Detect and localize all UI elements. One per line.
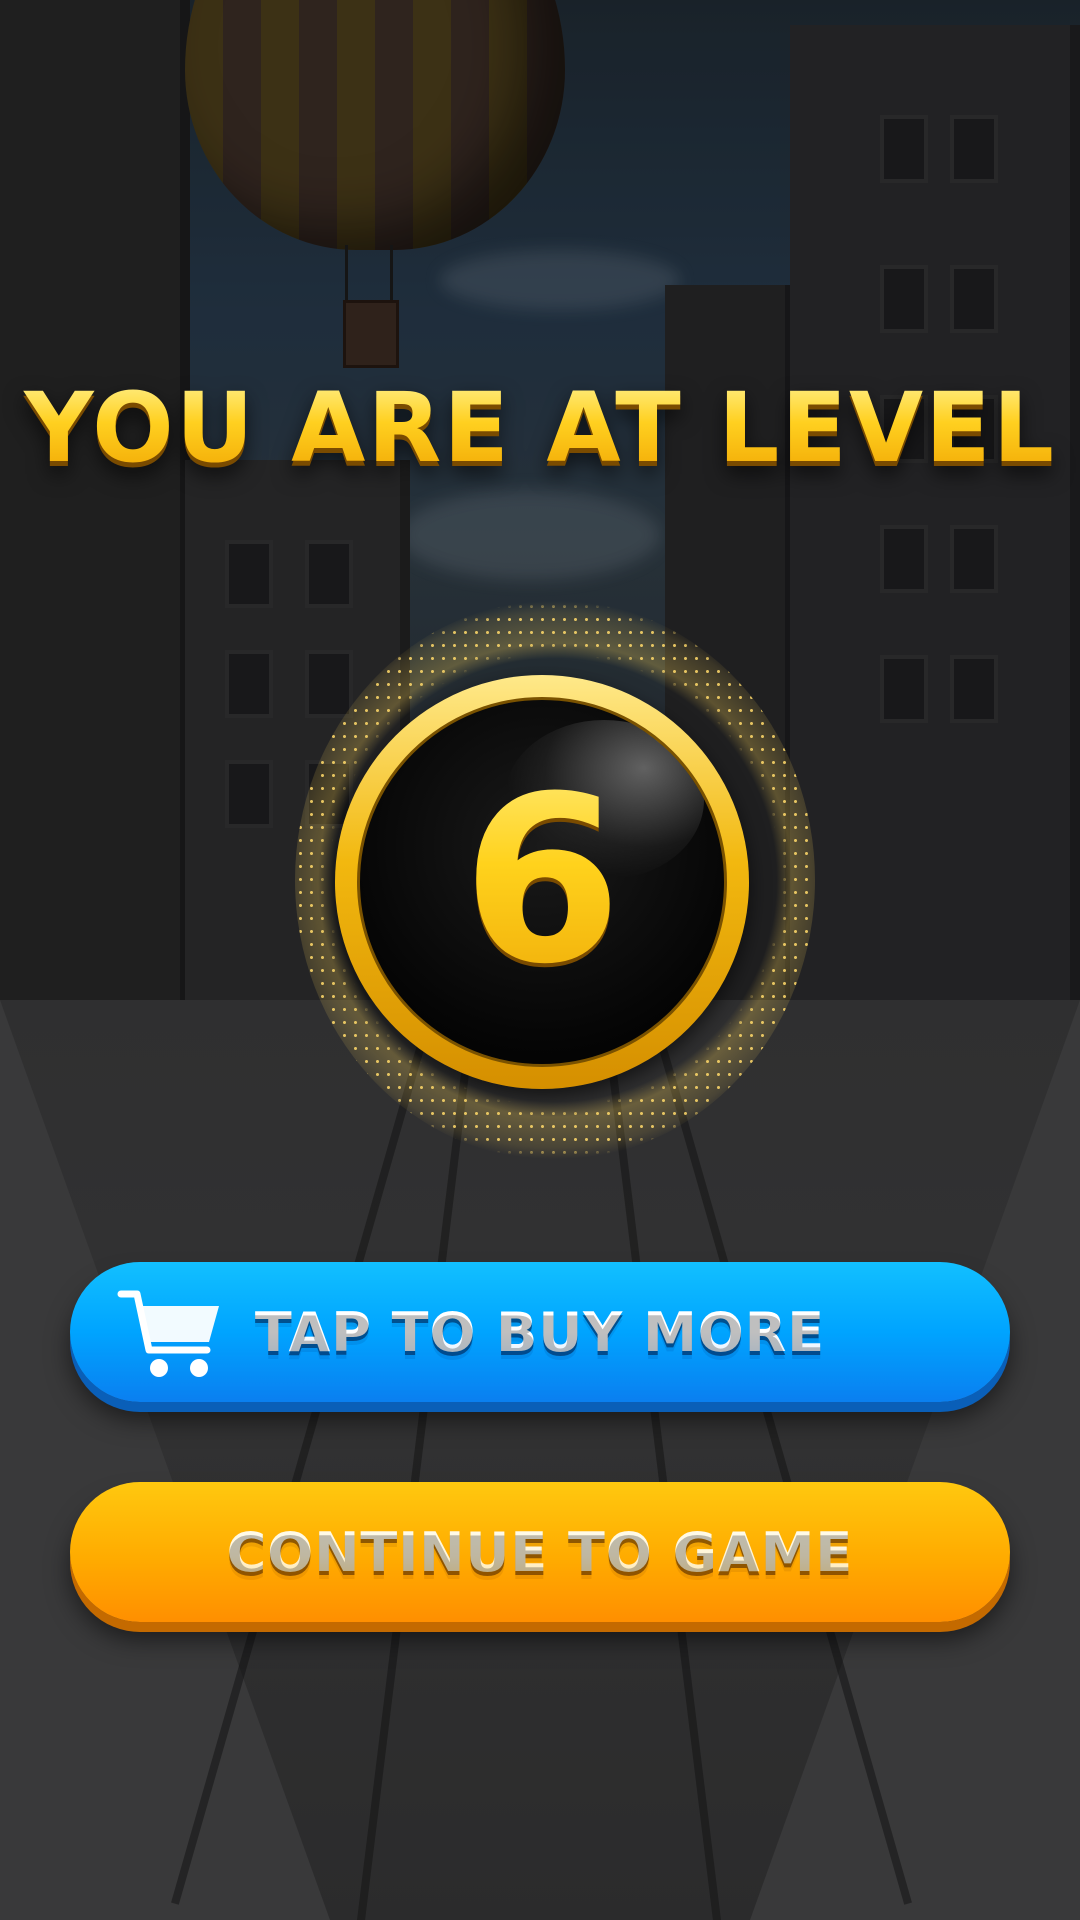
level-screen: YOU ARE AT LEVEL 6 TAP TO BUY MORE CONTI… [0,0,1080,1920]
buy-more-label: TAP TO BUY MORE [254,1300,826,1364]
continue-to-game-button[interactable]: CONTINUE TO GAME [70,1482,1010,1622]
shopping-cart-icon [117,1290,219,1377]
level-title: YOU ARE AT LEVEL [0,372,1080,484]
level-badge-inner: 6 [357,697,727,1067]
continue-label: CONTINUE TO GAME [226,1520,854,1584]
level-badge: 6 [335,675,749,1089]
level-number: 6 [360,700,724,1064]
buy-more-button[interactable]: TAP TO BUY MORE [70,1262,1010,1402]
